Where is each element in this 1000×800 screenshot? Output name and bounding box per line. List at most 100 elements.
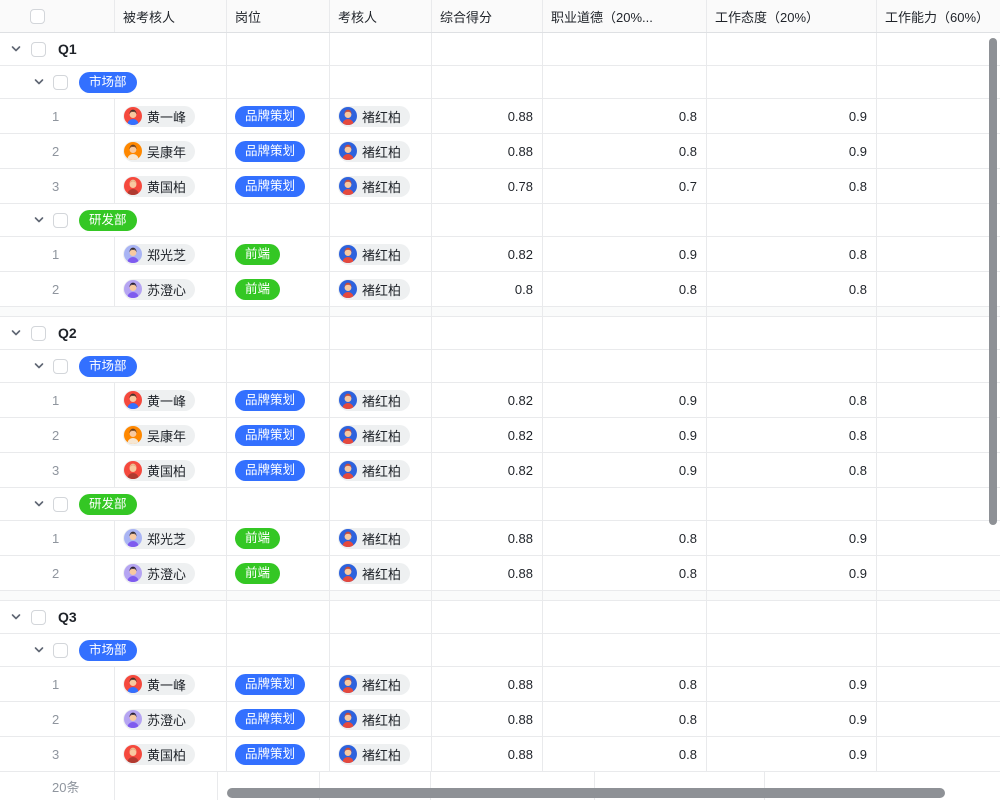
- score-cell[interactable]: 0.82: [432, 418, 543, 452]
- position-tag[interactable]: 前端: [227, 521, 330, 555]
- attitude-cell[interactable]: 0.8: [707, 272, 877, 306]
- evaluator-chip[interactable]: 褚红柏: [330, 737, 432, 771]
- evaluator-chip[interactable]: 褚红柏: [330, 521, 432, 555]
- row-index-cell[interactable]: 2: [0, 702, 115, 736]
- position-tag[interactable]: 品牌策划: [227, 99, 330, 133]
- evaluator-chip[interactable]: 褚红柏: [330, 667, 432, 701]
- empty-cell[interactable]: [543, 601, 707, 633]
- score-cell[interactable]: 0.88: [432, 737, 543, 771]
- empty-cell[interactable]: [707, 634, 877, 666]
- empty-cell[interactable]: [330, 350, 432, 382]
- empty-cell[interactable]: [543, 488, 707, 520]
- row-checkbox[interactable]: [53, 359, 68, 374]
- empty-cell[interactable]: [330, 204, 432, 236]
- position-tag[interactable]: 品牌策划: [227, 702, 330, 736]
- person-chip[interactable]: 郑光芝: [115, 521, 227, 555]
- empty-cell[interactable]: [543, 317, 707, 349]
- empty-cell[interactable]: [330, 488, 432, 520]
- empty-cell[interactable]: [877, 204, 1000, 236]
- row-checkbox[interactable]: [53, 497, 68, 512]
- position-tag[interactable]: 前端: [227, 556, 330, 590]
- ethics-cell[interactable]: 0.8: [543, 667, 707, 701]
- empty-cell[interactable]: [330, 634, 432, 666]
- person-chip[interactable]: 黄国柏: [115, 737, 227, 771]
- empty-cell[interactable]: [227, 33, 330, 65]
- attitude-cell[interactable]: 0.8: [707, 383, 877, 417]
- ethics-cell[interactable]: 0.9: [543, 453, 707, 487]
- person-chip[interactable]: 黄国柏: [115, 453, 227, 487]
- quarter-group-cell[interactable]: Q3: [0, 601, 227, 633]
- chevron-down-icon[interactable]: [10, 611, 22, 623]
- person-chip[interactable]: 苏澄心: [115, 702, 227, 736]
- person-chip[interactable]: 苏澄心: [115, 272, 227, 306]
- attitude-cell[interactable]: 0.9: [707, 521, 877, 555]
- empty-cell[interactable]: [877, 317, 1000, 349]
- row-index-cell[interactable]: 1: [0, 383, 115, 417]
- department-group-cell[interactable]: 研发部: [0, 204, 227, 236]
- quarter-group-cell[interactable]: Q1: [0, 33, 227, 65]
- position-tag[interactable]: 品牌策划: [227, 667, 330, 701]
- empty-cell[interactable]: [877, 634, 1000, 666]
- score-cell[interactable]: 0.82: [432, 453, 543, 487]
- row-index-cell[interactable]: 3: [0, 453, 115, 487]
- row-checkbox[interactable]: [31, 326, 46, 341]
- column-header[interactable]: 综合得分: [432, 0, 543, 32]
- column-header[interactable]: 岗位: [227, 0, 330, 32]
- evaluator-chip[interactable]: 褚红柏: [330, 99, 432, 133]
- ability-cell[interactable]: [877, 99, 1000, 133]
- position-tag[interactable]: 品牌策划: [227, 453, 330, 487]
- empty-cell[interactable]: [877, 488, 1000, 520]
- department-group-cell[interactable]: 市场部: [0, 350, 227, 382]
- evaluator-chip[interactable]: 褚红柏: [330, 453, 432, 487]
- empty-cell[interactable]: [707, 33, 877, 65]
- ability-cell[interactable]: [877, 521, 1000, 555]
- evaluator-chip[interactable]: 褚红柏: [330, 383, 432, 417]
- person-chip[interactable]: 黄国柏: [115, 169, 227, 203]
- ability-cell[interactable]: [877, 272, 1000, 306]
- person-chip[interactable]: 吴康年: [115, 418, 227, 452]
- empty-cell[interactable]: [877, 591, 1000, 600]
- empty-cell[interactable]: [432, 488, 543, 520]
- score-cell[interactable]: 0.8: [432, 272, 543, 306]
- position-tag[interactable]: 品牌策划: [227, 737, 330, 771]
- ability-cell[interactable]: [877, 418, 1000, 452]
- empty-cell[interactable]: [543, 591, 707, 600]
- attitude-cell[interactable]: 0.9: [707, 737, 877, 771]
- ability-cell[interactable]: [877, 453, 1000, 487]
- empty-cell[interactable]: [330, 317, 432, 349]
- row-checkbox[interactable]: [53, 213, 68, 228]
- column-header[interactable]: 工作能力（60%）: [877, 0, 1000, 32]
- attitude-cell[interactable]: 0.9: [707, 134, 877, 168]
- empty-cell[interactable]: [707, 66, 877, 98]
- row-index-cell[interactable]: 2: [0, 418, 115, 452]
- chevron-down-icon[interactable]: [10, 327, 22, 339]
- empty-cell[interactable]: [227, 66, 330, 98]
- empty-cell[interactable]: [543, 307, 707, 316]
- empty-cell[interactable]: [330, 307, 432, 316]
- empty-cell[interactable]: [707, 591, 877, 600]
- ethics-cell[interactable]: 0.7: [543, 169, 707, 203]
- empty-cell[interactable]: [115, 772, 218, 800]
- ability-cell[interactable]: [877, 737, 1000, 771]
- empty-cell[interactable]: [707, 601, 877, 633]
- score-cell[interactable]: 0.88: [432, 556, 543, 590]
- evaluator-chip[interactable]: 褚红柏: [330, 134, 432, 168]
- ability-cell[interactable]: [877, 667, 1000, 701]
- empty-cell[interactable]: [432, 307, 543, 316]
- empty-cell[interactable]: [227, 350, 330, 382]
- empty-cell[interactable]: [227, 488, 330, 520]
- empty-cell[interactable]: [227, 307, 330, 316]
- ability-cell[interactable]: [877, 169, 1000, 203]
- empty-cell[interactable]: [227, 634, 330, 666]
- score-cell[interactable]: 0.88: [432, 521, 543, 555]
- empty-cell[interactable]: [432, 350, 543, 382]
- chevron-down-icon[interactable]: [33, 644, 45, 656]
- chevron-down-icon[interactable]: [33, 360, 45, 372]
- person-chip[interactable]: 郑光芝: [115, 237, 227, 271]
- evaluator-chip[interactable]: 褚红柏: [330, 418, 432, 452]
- empty-cell[interactable]: [432, 317, 543, 349]
- evaluator-chip[interactable]: 褚红柏: [330, 556, 432, 590]
- empty-cell[interactable]: [707, 317, 877, 349]
- empty-cell[interactable]: [227, 601, 330, 633]
- row-index-cell[interactable]: 1: [0, 99, 115, 133]
